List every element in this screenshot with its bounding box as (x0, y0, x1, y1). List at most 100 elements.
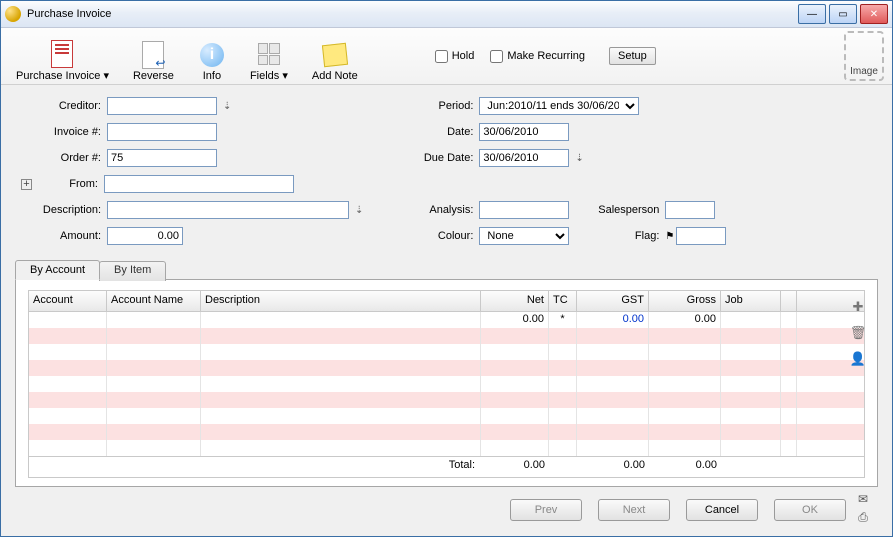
add-note-label: Add Note (312, 70, 358, 82)
setup-button[interactable]: Setup (609, 47, 656, 65)
grid-panel: Account Account Name Description Net TC … (15, 279, 878, 487)
order-no-label: Order #: (21, 152, 107, 164)
hold-label: Hold (452, 50, 475, 62)
user-icon[interactable]: 👤 (850, 351, 866, 367)
purchase-invoice-button[interactable]: Purchase Invoice ▾ (9, 27, 116, 85)
analysis-input[interactable] (479, 201, 569, 219)
add-note-button[interactable]: Add Note (305, 27, 365, 85)
grid-row[interactable] (29, 344, 864, 360)
grid-row[interactable] (29, 360, 864, 376)
amount-input[interactable] (107, 227, 183, 245)
grid-header: Account Account Name Description Net TC … (29, 291, 864, 312)
grid-row[interactable] (29, 328, 864, 344)
invoice-no-label: Invoice #: (21, 126, 107, 138)
period-label: Period: (403, 100, 479, 112)
cell-tc[interactable]: * (549, 312, 577, 328)
info-button[interactable]: i Info (191, 27, 233, 85)
col-account[interactable]: Account (29, 291, 107, 311)
lookup-icon[interactable]: ⇣ (223, 101, 231, 112)
grid-row[interactable] (29, 408, 864, 424)
fields-button[interactable]: Fields ▾ (243, 27, 295, 85)
creditor-input[interactable] (107, 97, 217, 115)
image-dropzone[interactable]: Image (844, 31, 884, 81)
col-tc[interactable]: TC (549, 291, 577, 311)
grid-row[interactable] (29, 392, 864, 408)
info-icon: i (200, 43, 224, 67)
tab-by-item[interactable]: By Item (99, 261, 166, 281)
order-no-input[interactable] (107, 149, 217, 167)
col-scroll (781, 291, 797, 311)
window-controls: — ▭ ✕ (798, 4, 888, 24)
colour-select[interactable]: None (479, 227, 569, 245)
tab-by-account[interactable]: By Account (15, 260, 100, 280)
invoice-no-input[interactable] (107, 123, 217, 141)
grid-row[interactable] (29, 424, 864, 440)
colour-label: Colour: (403, 230, 479, 242)
period-select[interactable]: Jun:2010/11 ends 30/06/2010 (479, 97, 639, 115)
grid-row[interactable] (29, 440, 864, 456)
flag-icon: ⚑ (665, 231, 674, 242)
description-label: Description: (21, 204, 107, 216)
flag-label: Flag: (569, 230, 665, 242)
col-net[interactable]: Net (481, 291, 549, 311)
make-recurring-checkbox[interactable]: Make Recurring (490, 50, 585, 63)
add-row-icon[interactable]: ✚ (850, 299, 866, 315)
ok-button[interactable]: OK (774, 499, 846, 521)
col-gross[interactable]: Gross (649, 291, 721, 311)
from-input[interactable] (104, 175, 294, 193)
date-label: Date: (403, 126, 479, 138)
expand-icon[interactable]: + (21, 179, 32, 190)
app-icon (5, 6, 21, 22)
invoice-icon (51, 40, 73, 68)
minimize-button[interactable]: — (798, 4, 826, 24)
maximize-button[interactable]: ▭ (829, 4, 857, 24)
lines-grid: Account Account Name Description Net TC … (28, 290, 865, 478)
note-icon (322, 43, 348, 67)
reverse-label: Reverse (133, 70, 174, 82)
close-button[interactable]: ✕ (860, 4, 888, 24)
col-description[interactable]: Description (201, 291, 481, 311)
cell-net[interactable]: 0.00 (481, 312, 549, 328)
cell-gst[interactable]: 0.00 (577, 312, 649, 328)
description-expand-icon[interactable]: ⇣ (355, 205, 363, 216)
corner-tools: ✉ ⎙ (856, 492, 870, 524)
titlebar: Purchase Invoice — ▭ ✕ (1, 1, 892, 28)
delete-row-icon[interactable]: 🗑 (850, 325, 866, 341)
salesperson-input[interactable] (665, 201, 715, 219)
cancel-button[interactable]: Cancel (686, 499, 758, 521)
purchase-invoice-window: Purchase Invoice — ▭ ✕ Purchase Invoice … (0, 0, 893, 537)
grid-side-tools: ✚ 🗑 👤 (850, 299, 866, 367)
make-recurring-label: Make Recurring (507, 50, 585, 62)
grid-body[interactable]: 0.00 * 0.00 0.00 (29, 312, 864, 456)
due-date-lookup-icon[interactable]: ⇣ (575, 153, 583, 164)
date-input[interactable] (479, 123, 569, 141)
description-input[interactable] (107, 201, 349, 219)
reverse-icon (142, 41, 164, 69)
email-icon[interactable]: ✉ (856, 492, 870, 506)
prev-button[interactable]: Prev (510, 499, 582, 521)
flag-input[interactable] (676, 227, 726, 245)
print-icon[interactable]: ⎙ (856, 510, 870, 524)
grid-row[interactable] (29, 376, 864, 392)
reverse-button[interactable]: Reverse (126, 27, 181, 85)
due-date-input[interactable] (479, 149, 569, 167)
col-account-name[interactable]: Account Name (107, 291, 201, 311)
form-area: Creditor: ⇣ Invoice #: Order #: + From: De… (1, 85, 892, 253)
grid-footer: Total: 0.00 0.00 0.00 (29, 456, 864, 477)
fields-label: Fields (250, 70, 279, 82)
cell-gross[interactable]: 0.00 (649, 312, 721, 328)
total-gross: 0.00 (649, 457, 721, 477)
col-job[interactable]: Job (721, 291, 781, 311)
tabs: By Account By Item (1, 259, 892, 279)
hold-checkbox[interactable]: Hold (435, 50, 475, 63)
grid-row[interactable]: 0.00 * 0.00 0.00 (29, 312, 864, 328)
toolbar: Purchase Invoice ▾ Reverse i Info Fields… (1, 28, 892, 85)
from-label: From: (36, 178, 104, 190)
creditor-label: Creditor: (21, 100, 107, 112)
salesperson-label: Salesperson (569, 204, 665, 216)
info-label: Info (203, 70, 221, 82)
total-gst: 0.00 (577, 457, 649, 477)
col-gst[interactable]: GST (577, 291, 649, 311)
total-net: 0.00 (481, 457, 549, 477)
next-button[interactable]: Next (598, 499, 670, 521)
